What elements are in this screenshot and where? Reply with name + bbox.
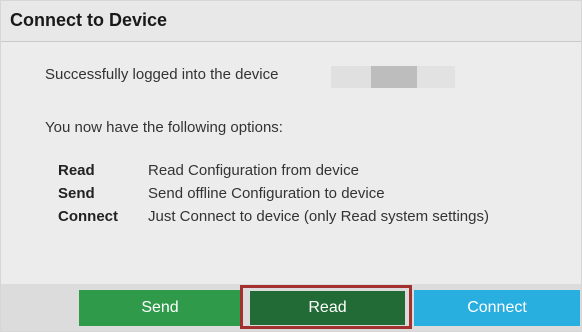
option-key: Connect — [58, 208, 118, 225]
send-button[interactable]: Send — [79, 290, 241, 326]
dialog-title: Connect to Device — [10, 10, 168, 30]
redacted-device-name — [331, 66, 455, 88]
option-row-connect: Connect Just Connect to device (only Read… — [58, 208, 489, 225]
login-status-text: Successfully logged into the device — [45, 66, 279, 83]
read-button[interactable]: Read — [250, 291, 405, 325]
option-row-send: Send Send offline Configuration to device — [58, 185, 385, 202]
option-key: Send — [58, 185, 95, 202]
option-description: Send offline Configuration to device — [148, 185, 385, 202]
connect-button[interactable]: Connect — [414, 290, 580, 326]
dialog-content: Successfully logged into the device You … — [1, 42, 581, 283]
option-key: Read — [58, 162, 95, 179]
dialog-titlebar: Connect to Device — [1, 1, 581, 42]
option-row-read: Read Read Configuration from device — [58, 162, 359, 179]
options-intro-text: You now have the following options: — [45, 119, 283, 136]
connect-dialog: Connect to Device Successfully logged in… — [0, 0, 582, 332]
option-description: Read Configuration from device — [148, 162, 359, 179]
option-description: Just Connect to device (only Read system… — [148, 208, 489, 225]
